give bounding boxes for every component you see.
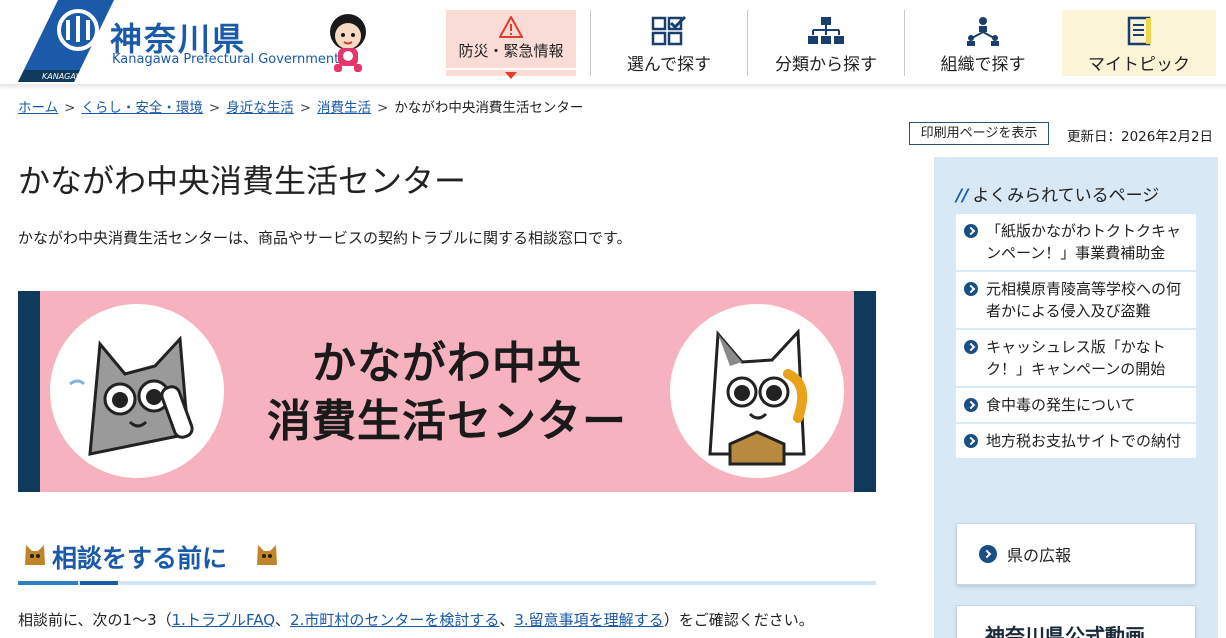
para-sep: 、 [499, 611, 515, 629]
breadcrumb-link-daily[interactable]: 身近な生活 [226, 100, 294, 116]
link-notes[interactable]: 3.留意事項を理解する [514, 611, 663, 629]
popular-item-label: キャッシュレス版「かなトク！」キャンペーンの開始 [986, 338, 1166, 378]
heading-rule [18, 581, 876, 585]
warning-icon [499, 16, 523, 38]
breadcrumb-link-consumer[interactable]: 消費生活 [317, 100, 371, 116]
cat-phone-worried-icon [69, 335, 194, 456]
heading-rule-accent [18, 581, 78, 585]
heading-rule-accent [80, 581, 118, 585]
prefecture-pr-link[interactable]: 県の広報 [956, 523, 1196, 585]
nav-emergency-label: 防災・緊急情報 [458, 42, 564, 60]
popular-item-label: 元相模原青陵高等学校への何者かによる侵入及び盗難 [986, 280, 1182, 320]
banner-edge-right [854, 291, 876, 492]
breadcrumb-link-home[interactable]: ホーム [18, 100, 58, 116]
nav-organization-search[interactable]: 組織で探す [906, 10, 1060, 76]
site-header: KANAGAWA 神奈川県 Kanagawa Prefectural Gover… [0, 0, 1226, 86]
banner-edge-left [18, 291, 40, 492]
popular-item[interactable]: 食中毒の発生について [956, 388, 1196, 424]
select-grid-icon [651, 16, 687, 46]
banner-cat-left [50, 304, 224, 478]
page-title: かながわ中央消費生活センター [18, 162, 467, 200]
section-heading-text: 相談をする前に [52, 544, 228, 573]
notebook-icon [1127, 16, 1151, 46]
banner-cat-right [670, 304, 844, 478]
logo-name-en: Kanagawa Prefectural Government [112, 52, 340, 67]
nav-emergency-info[interactable]: 防災・緊急情報 [446, 10, 576, 79]
breadcrumb-separator: > [299, 100, 312, 116]
nav-mytopic[interactable]: マイトピック [1062, 10, 1216, 76]
chevron-right-circle-icon [964, 340, 978, 354]
chevron-right-circle-icon [964, 282, 978, 296]
cat-phone-happy-icon [708, 328, 808, 466]
sidebar: //よくみられているページ 「紙版かながわトクトクキャンペーン！」事業費補助金 … [934, 157, 1218, 638]
breadcrumb-separator: > [377, 100, 389, 116]
before-consult-text: 相談前に、次の1〜3（1.トラブルFAQ、2.市町村のセンターを検討する、3.留… [18, 609, 814, 630]
breadcrumb-separator: > [208, 100, 221, 116]
logo-mark-text: KANAGAWA [42, 72, 89, 81]
section-heading: 相談をする前に [18, 537, 876, 585]
print-page-button[interactable]: 印刷用ページを表示 [909, 122, 1049, 145]
nav-category-label: 分類から探す [775, 55, 877, 75]
popular-item-label: 食中毒の発生について [986, 396, 1136, 414]
chevron-right-circle-icon [964, 224, 978, 238]
popular-item-label: 「紙版かながわトクトクキャンペーン！」事業費補助金 [986, 222, 1182, 262]
popular-list: 「紙版かながわトクトクキャンペーン！」事業費補助金 元相模原青陵高等学校への何者… [956, 214, 1196, 458]
nav-select-label: 選んで探す [626, 55, 712, 75]
nav-organization-label: 組織で探す [940, 55, 1026, 75]
official-video-link[interactable]: 神奈川県公式動画 [956, 605, 1196, 638]
center-banner: かながわ中央 消費生活センター [18, 291, 876, 492]
chevron-down-icon [505, 72, 517, 79]
popular-heading-text: よくみられているページ [972, 186, 1160, 206]
nav-divider [590, 10, 591, 76]
nav-mytopic-label: マイトピック [1088, 55, 1190, 75]
updated-date: 更新日：2026年2月2日 [1067, 129, 1214, 145]
banner-line-2: 消費生活センター [267, 396, 627, 447]
category-tree-icon [808, 17, 844, 44]
nav-select-search[interactable]: 選んで探す [592, 10, 746, 76]
nav-category-search[interactable]: 分類から探す [749, 10, 903, 76]
para-suffix: ）をご確認ください。 [663, 611, 814, 629]
banner-line-1: かながわ中央 [312, 338, 582, 389]
chevron-right-circle-icon [979, 545, 997, 563]
para-prefix: 相談前に、次の1〜3（ [18, 611, 172, 629]
banner-title: かながわ中央 消費生活センター [228, 335, 666, 451]
kanagawa-logo-icon: KANAGAWA [18, 0, 114, 82]
organization-icon [967, 17, 999, 46]
popular-item[interactable]: 地方税お支払サイトでの納付 [956, 424, 1196, 458]
popular-item[interactable]: キャッシュレス版「かなトク！」キャンペーンの開始 [956, 330, 1196, 388]
prefecture-pr-label: 県の広報 [1007, 546, 1072, 565]
cat-face-icon [257, 545, 277, 565]
lead-text: かながわ中央消費生活センターは、商品やサービスの契約トラブルに関する相談窓口です… [18, 229, 632, 247]
breadcrumb: ホーム > くらし・安全・環境 > 身近な生活 > 消費生活 > かながわ中央消費生活センター [18, 96, 583, 116]
link-municipal-center[interactable]: 2.市町村のセンターを検討する [290, 611, 499, 629]
link-trouble-faq[interactable]: 1.トラブルFAQ [172, 611, 275, 629]
breadcrumb-separator: > [64, 100, 76, 116]
breadcrumb-link-life[interactable]: くらし・安全・環境 [81, 100, 203, 116]
nav-divider [747, 10, 748, 76]
chevron-right-circle-icon [964, 398, 978, 412]
para-sep: 、 [275, 611, 291, 629]
popular-item[interactable]: 「紙版かながわトクトクキャンペーン！」事業費補助金 [956, 214, 1196, 272]
nav-emergency-band [446, 68, 576, 70]
mascot-kanagawa-icon [330, 14, 366, 72]
header-shadow [0, 84, 1226, 90]
popular-item-label: 地方税お支払サイトでの納付 [986, 432, 1182, 450]
official-video-label: 神奈川県公式動画 [985, 624, 1145, 638]
popular-heading: //よくみられているページ [956, 181, 1159, 206]
popular-item[interactable]: 元相模原青陵高等学校への何者かによる侵入及び盗難 [956, 272, 1196, 330]
site-logo-link[interactable]: KANAGAWA 神奈川県 Kanagawa Prefectural Gover… [18, 0, 339, 82]
breadcrumb-current: かながわ中央消費生活センター [394, 100, 584, 116]
slash-mark-icon: // [956, 186, 969, 206]
cat-face-icon [25, 545, 45, 565]
nav-divider [904, 10, 905, 76]
chevron-right-circle-icon [964, 434, 978, 448]
